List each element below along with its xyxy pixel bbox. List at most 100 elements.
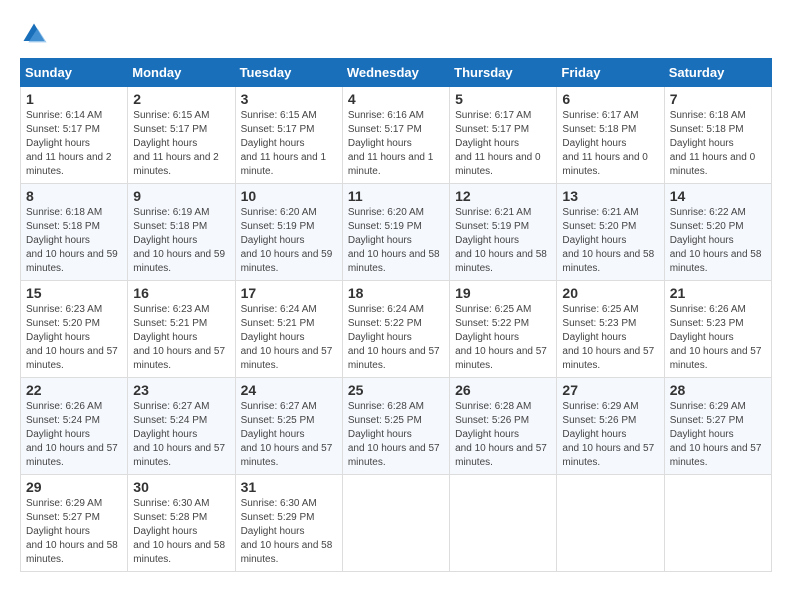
day-number: 2 [133,91,229,107]
day-info: Sunrise: 6:29 AM Sunset: 5:27 PM Dayligh… [670,401,762,468]
weekday-header: Tuesday [235,59,342,87]
calendar-day-cell: 31 Sunrise: 6:30 AM Sunset: 5:29 PM Dayl… [235,475,342,572]
calendar-week-row: 29 Sunrise: 6:29 AM Sunset: 5:27 PM Dayl… [21,475,772,572]
day-info: Sunrise: 6:29 AM Sunset: 5:26 PM Dayligh… [562,401,654,468]
calendar-day-cell: 7 Sunrise: 6:18 AM Sunset: 5:18 PM Dayli… [664,87,771,184]
calendar-day-cell: 12 Sunrise: 6:21 AM Sunset: 5:19 PM Dayl… [450,184,557,281]
weekday-header: Saturday [664,59,771,87]
calendar-day-cell: 8 Sunrise: 6:18 AM Sunset: 5:18 PM Dayli… [21,184,128,281]
day-number: 13 [562,188,658,204]
calendar-day-cell [450,475,557,572]
calendar-header-row: SundayMondayTuesdayWednesdayThursdayFrid… [21,59,772,87]
calendar-day-cell: 9 Sunrise: 6:19 AM Sunset: 5:18 PM Dayli… [128,184,235,281]
day-number: 16 [133,285,229,301]
day-info: Sunrise: 6:20 AM Sunset: 5:19 PM Dayligh… [241,207,333,274]
day-number: 21 [670,285,766,301]
calendar-day-cell: 23 Sunrise: 6:27 AM Sunset: 5:24 PM Dayl… [128,378,235,475]
day-number: 6 [562,91,658,107]
day-number: 30 [133,479,229,495]
day-info: Sunrise: 6:29 AM Sunset: 5:27 PM Dayligh… [26,498,118,565]
day-info: Sunrise: 6:24 AM Sunset: 5:21 PM Dayligh… [241,304,333,371]
day-number: 27 [562,382,658,398]
day-number: 15 [26,285,122,301]
day-info: Sunrise: 6:28 AM Sunset: 5:26 PM Dayligh… [455,401,547,468]
day-info: Sunrise: 6:27 AM Sunset: 5:25 PM Dayligh… [241,401,333,468]
day-info: Sunrise: 6:19 AM Sunset: 5:18 PM Dayligh… [133,207,225,274]
calendar-day-cell: 29 Sunrise: 6:29 AM Sunset: 5:27 PM Dayl… [21,475,128,572]
day-info: Sunrise: 6:17 AM Sunset: 5:17 PM Dayligh… [455,110,540,177]
calendar-day-cell: 22 Sunrise: 6:26 AM Sunset: 5:24 PM Dayl… [21,378,128,475]
day-info: Sunrise: 6:15 AM Sunset: 5:17 PM Dayligh… [241,110,326,177]
day-number: 8 [26,188,122,204]
logo [20,20,52,48]
logo-icon [20,20,48,48]
day-info: Sunrise: 6:18 AM Sunset: 5:18 PM Dayligh… [670,110,755,177]
day-number: 4 [348,91,444,107]
day-info: Sunrise: 6:15 AM Sunset: 5:17 PM Dayligh… [133,110,218,177]
calendar-day-cell: 6 Sunrise: 6:17 AM Sunset: 5:18 PM Dayli… [557,87,664,184]
day-number: 31 [241,479,337,495]
day-number: 24 [241,382,337,398]
page-header [20,20,772,48]
calendar-day-cell: 25 Sunrise: 6:28 AM Sunset: 5:25 PM Dayl… [342,378,449,475]
day-number: 25 [348,382,444,398]
day-info: Sunrise: 6:21 AM Sunset: 5:20 PM Dayligh… [562,207,654,274]
calendar-day-cell: 26 Sunrise: 6:28 AM Sunset: 5:26 PM Dayl… [450,378,557,475]
day-number: 12 [455,188,551,204]
day-number: 14 [670,188,766,204]
calendar-day-cell: 24 Sunrise: 6:27 AM Sunset: 5:25 PM Dayl… [235,378,342,475]
day-number: 29 [26,479,122,495]
calendar-day-cell: 21 Sunrise: 6:26 AM Sunset: 5:23 PM Dayl… [664,281,771,378]
day-info: Sunrise: 6:25 AM Sunset: 5:22 PM Dayligh… [455,304,547,371]
calendar-week-row: 1 Sunrise: 6:14 AM Sunset: 5:17 PM Dayli… [21,87,772,184]
day-info: Sunrise: 6:30 AM Sunset: 5:28 PM Dayligh… [133,498,225,565]
calendar-day-cell: 28 Sunrise: 6:29 AM Sunset: 5:27 PM Dayl… [664,378,771,475]
calendar-day-cell: 11 Sunrise: 6:20 AM Sunset: 5:19 PM Dayl… [342,184,449,281]
day-info: Sunrise: 6:22 AM Sunset: 5:20 PM Dayligh… [670,207,762,274]
calendar-day-cell: 4 Sunrise: 6:16 AM Sunset: 5:17 PM Dayli… [342,87,449,184]
weekday-header: Wednesday [342,59,449,87]
day-info: Sunrise: 6:17 AM Sunset: 5:18 PM Dayligh… [562,110,647,177]
day-number: 11 [348,188,444,204]
calendar-day-cell: 10 Sunrise: 6:20 AM Sunset: 5:19 PM Dayl… [235,184,342,281]
day-info: Sunrise: 6:16 AM Sunset: 5:17 PM Dayligh… [348,110,433,177]
calendar-day-cell: 20 Sunrise: 6:25 AM Sunset: 5:23 PM Dayl… [557,281,664,378]
calendar-day-cell: 27 Sunrise: 6:29 AM Sunset: 5:26 PM Dayl… [557,378,664,475]
calendar-day-cell: 2 Sunrise: 6:15 AM Sunset: 5:17 PM Dayli… [128,87,235,184]
day-number: 10 [241,188,337,204]
calendar-day-cell: 1 Sunrise: 6:14 AM Sunset: 5:17 PM Dayli… [21,87,128,184]
day-number: 28 [670,382,766,398]
day-info: Sunrise: 6:18 AM Sunset: 5:18 PM Dayligh… [26,207,118,274]
calendar-day-cell [557,475,664,572]
day-number: 26 [455,382,551,398]
calendar-week-row: 8 Sunrise: 6:18 AM Sunset: 5:18 PM Dayli… [21,184,772,281]
calendar-day-cell: 30 Sunrise: 6:30 AM Sunset: 5:28 PM Dayl… [128,475,235,572]
day-info: Sunrise: 6:30 AM Sunset: 5:29 PM Dayligh… [241,498,333,565]
day-number: 3 [241,91,337,107]
day-number: 7 [670,91,766,107]
day-info: Sunrise: 6:26 AM Sunset: 5:24 PM Dayligh… [26,401,118,468]
day-info: Sunrise: 6:23 AM Sunset: 5:21 PM Dayligh… [133,304,225,371]
day-number: 18 [348,285,444,301]
day-number: 9 [133,188,229,204]
calendar-day-cell: 13 Sunrise: 6:21 AM Sunset: 5:20 PM Dayl… [557,184,664,281]
day-info: Sunrise: 6:24 AM Sunset: 5:22 PM Dayligh… [348,304,440,371]
weekday-header: Monday [128,59,235,87]
day-number: 1 [26,91,122,107]
weekday-header: Friday [557,59,664,87]
calendar-day-cell: 5 Sunrise: 6:17 AM Sunset: 5:17 PM Dayli… [450,87,557,184]
day-number: 22 [26,382,122,398]
day-info: Sunrise: 6:27 AM Sunset: 5:24 PM Dayligh… [133,401,225,468]
day-number: 20 [562,285,658,301]
calendar-day-cell: 14 Sunrise: 6:22 AM Sunset: 5:20 PM Dayl… [664,184,771,281]
weekday-header: Sunday [21,59,128,87]
day-info: Sunrise: 6:23 AM Sunset: 5:20 PM Dayligh… [26,304,118,371]
calendar-week-row: 22 Sunrise: 6:26 AM Sunset: 5:24 PM Dayl… [21,378,772,475]
calendar-day-cell: 15 Sunrise: 6:23 AM Sunset: 5:20 PM Dayl… [21,281,128,378]
day-info: Sunrise: 6:28 AM Sunset: 5:25 PM Dayligh… [348,401,440,468]
calendar-day-cell: 17 Sunrise: 6:24 AM Sunset: 5:21 PM Dayl… [235,281,342,378]
calendar-day-cell [664,475,771,572]
day-number: 23 [133,382,229,398]
day-info: Sunrise: 6:25 AM Sunset: 5:23 PM Dayligh… [562,304,654,371]
calendar-day-cell: 19 Sunrise: 6:25 AM Sunset: 5:22 PM Dayl… [450,281,557,378]
